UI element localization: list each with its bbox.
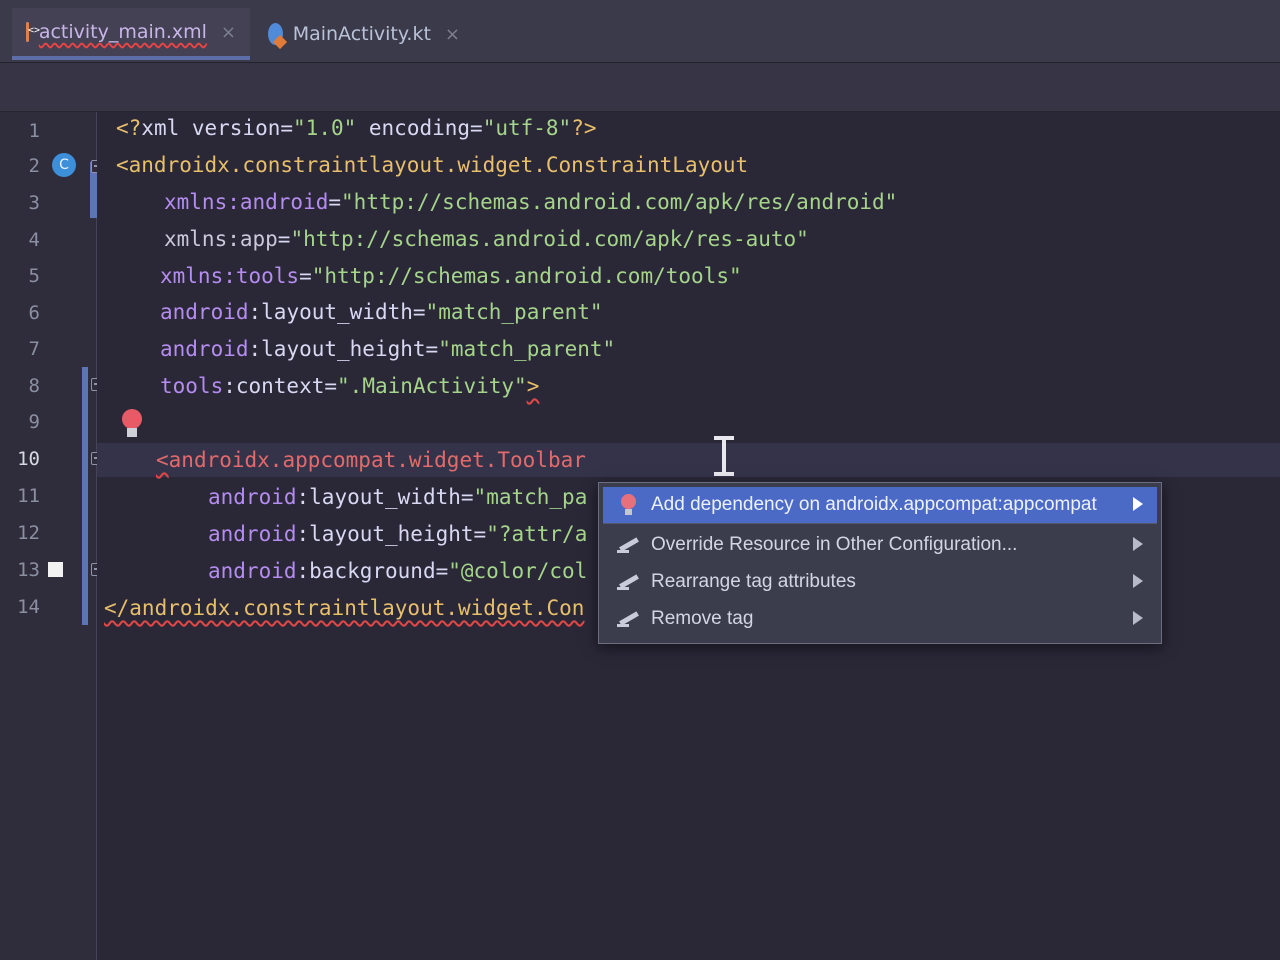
code-line-3: xmlns:android="http://schemas.android.co… [164, 190, 898, 214]
text-cursor-icon [714, 436, 734, 478]
code-line-8: tools:context=".MainActivity"> [160, 374, 540, 398]
code-line-4: xmlns:app="http://schemas.android.com/ap… [164, 227, 809, 251]
pencil-icon [617, 571, 641, 593]
line-number: 3 [28, 192, 40, 214]
line-number: 7 [28, 338, 40, 360]
code-line-11: android:layout_width="match_pa [208, 485, 588, 509]
code-line-13: android:background="@color/col [208, 559, 588, 583]
close-tab-icon[interactable]: × [445, 24, 460, 45]
menu-item-label: Rearrange tag attributes [651, 571, 856, 592]
line-number: 6 [28, 302, 40, 324]
code-line-5: xmlns:tools="http://schemas.android.com/… [160, 264, 742, 288]
tab-label: MainActivity.kt [292, 23, 431, 45]
line-number: 5 [28, 265, 40, 287]
color-preview-swatch[interactable] [48, 562, 63, 577]
line-number-current: 10 [17, 448, 40, 470]
code-line-6: android:layout_width="match_parent" [160, 300, 603, 324]
line-number: 9 [28, 411, 40, 433]
editor-tab-bar: activity_main.xml × MainActivity.kt × [0, 0, 1280, 63]
lightbulb-error-icon[interactable] [122, 409, 142, 439]
line-number: 13 [17, 559, 40, 581]
menu-item-add-dependency[interactable]: Add dependency on androidx.appcompat:app… [603, 487, 1157, 523]
line-number: 1 [28, 120, 40, 142]
line-number: 2 [28, 155, 40, 177]
line-number: 14 [17, 596, 40, 618]
menu-item-remove-tag[interactable]: Remove tag [603, 601, 1157, 637]
submenu-arrow-icon [1133, 611, 1143, 625]
editor-gutter: 1 2 3 4 5 6 7 8 9 10 11 12 13 14 [0, 112, 100, 960]
editor-breadcrumb-strip [0, 63, 1280, 112]
code-line-7: android:layout_height="match_parent" [160, 337, 616, 361]
intention-actions-popup: Add dependency on androidx.appcompat:app… [598, 482, 1162, 644]
line-number: 12 [17, 522, 40, 544]
menu-item-label: Remove tag [651, 608, 754, 629]
menu-item-rearrange-attributes[interactable]: Rearrange tag attributes [603, 564, 1157, 600]
change-marker [82, 367, 88, 625]
code-line-1: <?xml version="1.0" encoding="utf-8"?> [116, 116, 597, 140]
pencil-icon [617, 534, 641, 556]
menu-item-label: Override Resource in Other Configuration… [651, 534, 1018, 555]
code-line-14: </androidx.constraintlayout.widget.Con [104, 596, 585, 620]
line-number: 4 [28, 229, 40, 251]
code-line-12: android:layout_height="?attr/a [208, 522, 588, 546]
submenu-arrow-icon [1133, 574, 1143, 588]
class-gutter-icon[interactable]: C [52, 153, 76, 177]
submenu-arrow-icon [1133, 537, 1143, 551]
line-number: 8 [28, 375, 40, 397]
menu-separator [603, 523, 1157, 524]
line-number: 11 [17, 485, 40, 507]
code-line-10: <androidx.appcompat.widget.Toolbar [156, 448, 586, 472]
kotlin-file-icon [268, 23, 283, 45]
menu-item-label: Add dependency on androidx.appcompat:app… [651, 494, 1097, 515]
tab-activity-main-xml[interactable]: activity_main.xml × [12, 8, 250, 60]
submenu-arrow-icon [1133, 497, 1143, 511]
lightbulb-icon [617, 494, 641, 516]
pencil-icon [617, 608, 641, 630]
close-tab-icon[interactable]: × [221, 22, 236, 43]
menu-item-override-resource[interactable]: Override Resource in Other Configuration… [603, 527, 1157, 563]
code-line-2: <androidx.constraintlayout.widget.Constr… [116, 153, 749, 177]
tab-mainactivity-kt[interactable]: MainActivity.kt × [254, 8, 474, 60]
tab-label: activity_main.xml [38, 21, 207, 43]
xml-file-icon [26, 22, 39, 42]
